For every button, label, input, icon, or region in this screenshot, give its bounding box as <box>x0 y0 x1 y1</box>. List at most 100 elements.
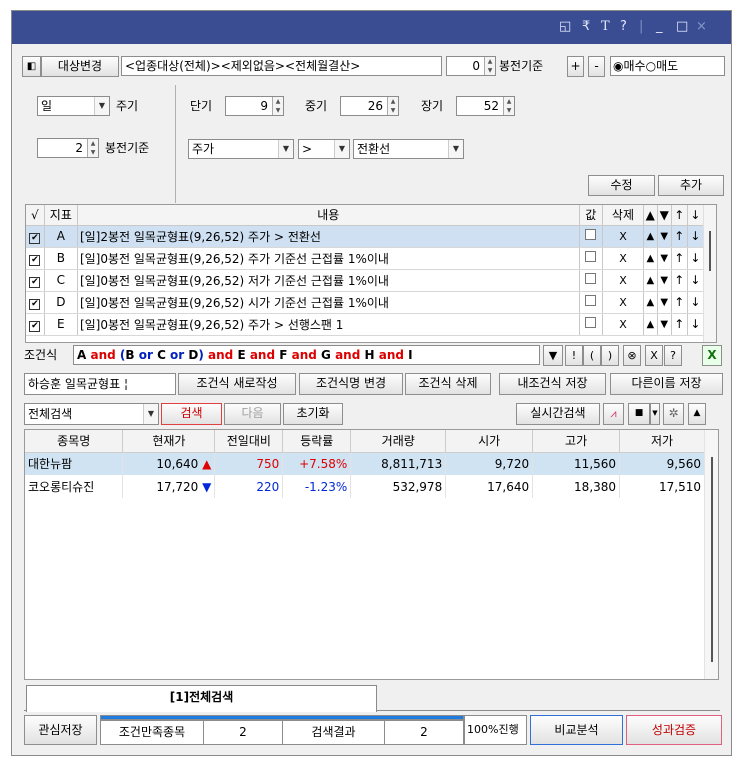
op-open-paren-button[interactable]: ( <box>583 345 601 366</box>
result-scrollbar[interactable] <box>704 430 718 679</box>
move-bottom-icon[interactable]: ↓ <box>687 269 705 292</box>
result-col-header[interactable]: 저가 <box>619 430 705 453</box>
minimize-icon[interactable]: _ <box>656 19 663 35</box>
row-checkbox[interactable]: ✔ <box>29 298 41 310</box>
condition-row[interactable]: ✔ D [일]0봉전 일목균형표(9,26,52) 시가 기준선 근접률 1%이… <box>26 291 705 314</box>
restore-layout-icon[interactable]: ◱ <box>559 19 571 35</box>
condition-row[interactable]: ✔ E [일]0봉전 일목균형표(9,26,52) 주가 > 선행스팬 1 X … <box>26 313 705 336</box>
search-button[interactable]: 검색 <box>161 403 222 425</box>
short-spinner-icon[interactable]: ▲ ▼ <box>272 97 283 115</box>
bong-spinner-icon[interactable]: ▲ ▼ <box>484 57 495 75</box>
stop-icon[interactable]: ■ <box>628 403 650 425</box>
op-clear-icon[interactable]: ⊗ <box>623 345 641 366</box>
new-formula-button[interactable]: 조건식 새로작성 <box>178 373 296 395</box>
move-up-icon[interactable]: ▲ <box>643 247 658 270</box>
gear-icon[interactable]: ✲ <box>663 403 684 425</box>
move-bottom-icon[interactable]: ↓ <box>687 313 705 336</box>
excel-icon[interactable]: X <box>702 345 722 366</box>
move-top-icon[interactable]: ↑ <box>671 247 688 270</box>
realtime-search-button[interactable]: 실시간검색 <box>516 403 600 425</box>
result-col-header[interactable]: 등락률 <box>282 430 352 453</box>
move-bottom-icon[interactable]: ↓ <box>687 225 705 248</box>
add-button[interactable]: 추가 <box>658 175 724 196</box>
long-spinner-icon[interactable]: ▲ ▼ <box>503 97 514 115</box>
result-col-header[interactable]: 전일대비 <box>214 430 284 453</box>
condition-row[interactable]: ✔ A [일]2봉전 일목균형표(9,26,52) 주가 > 전환선 X ▲ ▼… <box>26 225 705 248</box>
row-delete-icon[interactable]: X <box>602 225 644 248</box>
row-checkbox[interactable]: ✔ <box>29 276 41 288</box>
maximize-icon[interactable]: □ <box>676 19 688 35</box>
chevron-down-icon[interactable]: ▼ <box>334 140 349 158</box>
compare-button[interactable]: 비교분석 <box>530 715 623 745</box>
move-up-icon[interactable]: ▲ <box>643 225 658 248</box>
result-col-header[interactable]: 거래량 <box>350 430 447 453</box>
collapse-up-icon[interactable]: ▲ <box>688 403 706 425</box>
scrollbar-thumb[interactable] <box>709 231 711 271</box>
close-icon[interactable]: × <box>696 19 707 35</box>
row-checkbox[interactable]: ✔ <box>29 320 41 332</box>
row-value-checkbox[interactable] <box>585 317 597 328</box>
move-up-icon[interactable]: ▲ <box>643 313 658 336</box>
field1-select[interactable]: 주가 ▼ <box>188 139 294 159</box>
chart-icon[interactable]: ⩘ <box>603 403 624 425</box>
layout-toggle-icon[interactable]: ◧ <box>22 56 41 77</box>
op-delete-icon[interactable]: X <box>645 345 663 366</box>
chevron-down-icon[interactable]: ▼ <box>94 97 109 115</box>
result-col-header[interactable]: 고가 <box>532 430 621 453</box>
save-watchlist-button[interactable]: 관심저장 <box>24 715 97 745</box>
minus-button[interactable]: - <box>588 56 605 77</box>
formula-input[interactable]: A and (B or C or D) and E and F and G an… <box>73 345 540 365</box>
result-row[interactable]: 코오롱티슈진 17,720 ▼ 220 -1.23% 532,978 17,64… <box>25 475 705 498</box>
result-col-header[interactable]: 현재가 <box>122 430 216 453</box>
help-icon[interactable]: ? <box>620 19 627 35</box>
row-value-checkbox[interactable] <box>585 273 597 284</box>
row-delete-icon[interactable]: X <box>602 313 644 336</box>
op-close-paren-button[interactable]: ) <box>601 345 619 366</box>
save-formula-button[interactable]: 내조건식 저장 <box>499 373 606 395</box>
tab-all-search[interactable]: [1]전체검색 <box>26 685 377 712</box>
formula-name-field[interactable]: 하승훈 일목균형표 ¦ <box>24 373 176 395</box>
op-dropdown-icon[interactable]: ▼ <box>543 345 563 366</box>
move-top-icon[interactable]: ↑ <box>671 291 688 314</box>
row-delete-icon[interactable]: X <box>602 269 644 292</box>
edit-button[interactable]: 수정 <box>588 175 655 196</box>
move-down-icon[interactable]: ▼ <box>657 225 672 248</box>
sell-radio-label[interactable]: 매도 <box>656 59 678 73</box>
op-not-button[interactable]: ! <box>565 345 583 366</box>
rename-formula-button[interactable]: 조건식명 변경 <box>299 373 403 395</box>
next-button[interactable]: 다음 <box>224 403 281 425</box>
move-bottom-icon[interactable]: ↓ <box>687 291 705 314</box>
verify-button[interactable]: 성과검증 <box>626 715 722 745</box>
pin-icon[interactable]: ₹ <box>582 19 590 35</box>
stock-name[interactable]: 대한뉴팜 <box>25 452 124 475</box>
condition-scrollbar[interactable] <box>703 205 716 342</box>
move-down-icon[interactable]: ▼ <box>657 247 672 270</box>
row-checkbox[interactable]: ✔ <box>29 254 41 266</box>
field2-select[interactable]: 전환선 ▼ <box>353 139 464 159</box>
mid-spinner-icon[interactable]: ▲ ▼ <box>387 97 398 115</box>
delete-formula-button[interactable]: 조건식 삭제 <box>405 373 491 395</box>
row-delete-icon[interactable]: X <box>602 291 644 314</box>
operator-select[interactable]: > ▼ <box>298 139 350 159</box>
sell-radio-icon[interactable]: ○ <box>646 59 656 73</box>
move-top-icon[interactable]: ↑ <box>671 225 688 248</box>
save-as-button[interactable]: 다른이름 저장 <box>610 373 723 395</box>
buy-radio-icon[interactable]: ◉ <box>613 59 623 73</box>
condition-row[interactable]: ✔ C [일]0봉전 일목균형표(9,26,52) 저가 기준선 근접률 1%이… <box>26 269 705 292</box>
result-col-header[interactable]: 종목명 <box>25 430 124 453</box>
move-top-icon[interactable]: ↑ <box>671 269 688 292</box>
row-value-checkbox[interactable] <box>585 251 597 262</box>
font-icon[interactable]: T <box>601 19 610 35</box>
stop-dropdown-icon[interactable]: ▼ <box>650 403 660 425</box>
op-help-icon[interactable]: ? <box>664 345 682 366</box>
period-select[interactable]: 일 ▼ <box>37 96 110 116</box>
move-down-icon[interactable]: ▼ <box>657 269 672 292</box>
plus-button[interactable]: + <box>567 56 584 77</box>
target-change-button[interactable]: 대상변경 <box>41 56 119 77</box>
move-bottom-icon[interactable]: ↓ <box>687 247 705 270</box>
chevron-down-icon[interactable]: ▼ <box>448 140 463 158</box>
move-up-icon[interactable]: ▲ <box>643 269 658 292</box>
scrollbar-thumb[interactable] <box>711 457 713 662</box>
move-up-icon[interactable]: ▲ <box>643 291 658 314</box>
row-value-checkbox[interactable] <box>585 295 597 306</box>
